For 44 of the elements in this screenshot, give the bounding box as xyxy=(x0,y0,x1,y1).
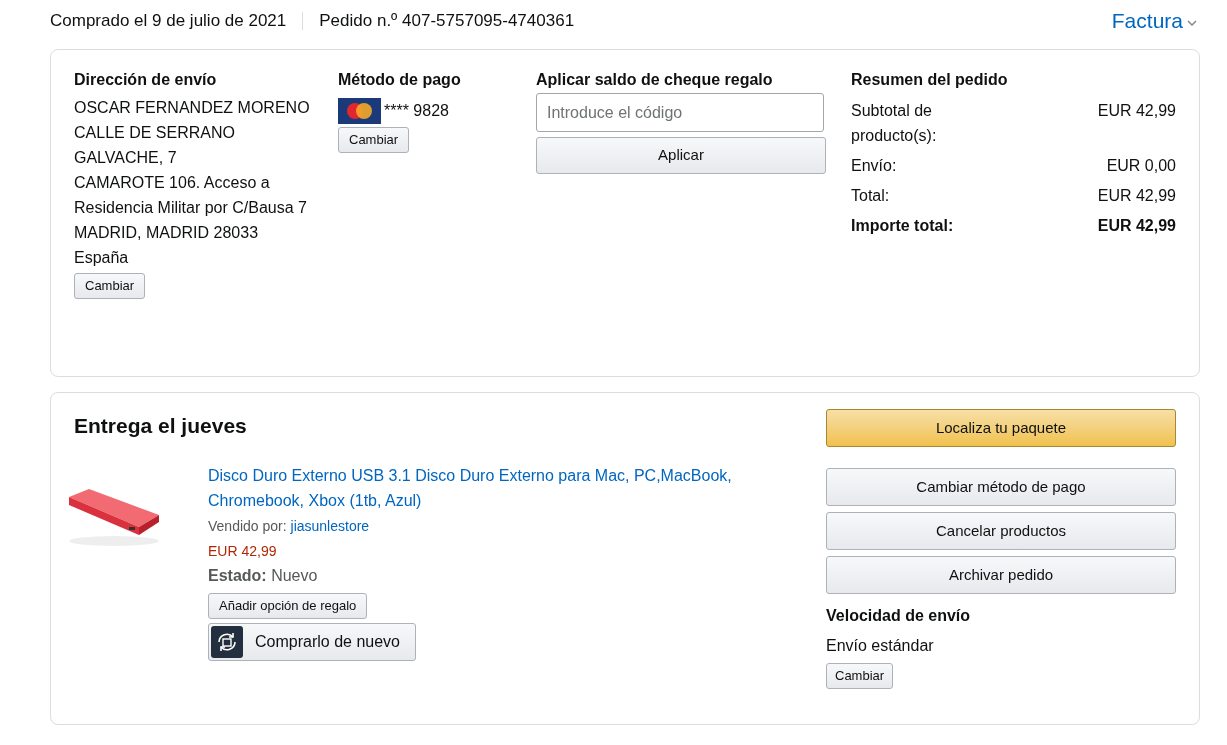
address-line: CAMAROTE 106. Acceso a Residencia Militar por C/Bausa 7 xyxy=(74,173,308,218)
gift-option-button[interactable]: Añadir opción de regalo xyxy=(208,593,368,619)
section-heading: Aplicar saldo de cheque regalo xyxy=(536,70,774,90)
item-price: EUR 42,99 xyxy=(208,542,278,561)
apply-button[interactable]: Aplicar xyxy=(536,137,826,174)
order-number: Pedido n.º 407-5757095-4740361 xyxy=(318,10,575,33)
purchase-date: Comprado el 9 de julio de 2021 xyxy=(50,10,288,33)
seller-link[interactable]: jiasunlestore xyxy=(290,518,370,534)
summary-label: Subtotal de producto(s): xyxy=(851,101,938,146)
action-button[interactable]: Archivar pedido xyxy=(826,556,1176,594)
buy-again-button[interactable]: Comprarlo de nuevo xyxy=(208,623,416,661)
gift-code-field[interactable]: Introduce el código xyxy=(536,93,824,132)
summary-label: Importe total: xyxy=(851,216,955,236)
summary-label: Total: xyxy=(851,186,891,206)
reorder-icon xyxy=(211,626,243,658)
action-button[interactable]: Cancelar productos xyxy=(826,512,1176,550)
address-line: OSCAR FERNANDEZ MORENO xyxy=(74,98,311,118)
shipment-heading: Entrega el jueves xyxy=(74,413,248,439)
chevron-down-icon xyxy=(1187,20,1197,26)
card-number: **** 9828 xyxy=(384,101,449,121)
action-button[interactable]: Cambiar método de pago xyxy=(826,468,1176,506)
address-line: España xyxy=(74,248,130,268)
summary-value: EUR 42,99 xyxy=(1097,186,1176,206)
address-line: CALLE DE SERRANO GALVACHE, 7 xyxy=(74,123,236,168)
condition-value: Nuevo xyxy=(271,567,318,584)
track-package-button[interactable]: Localiza tu paquete xyxy=(826,409,1176,447)
change-button[interactable]: Cambiar xyxy=(826,663,894,689)
section-heading: Método de pago xyxy=(338,70,462,90)
section-heading: Dirección de envío xyxy=(74,70,218,90)
condition-label: Estado: xyxy=(208,567,267,584)
summary-value: EUR 42,99 xyxy=(1097,101,1176,121)
summary-label: Envío: xyxy=(851,156,898,176)
section-heading: Resumen del pedido xyxy=(851,70,1009,90)
section-heading: Velocidad de envío xyxy=(826,606,972,626)
change-button[interactable]: Cambiar xyxy=(74,273,146,299)
product-title-link[interactable]: Disco Duro Externo USB 3.1 Disco Duro Externo para Mac, PC,MacBook, Chromebook, Xbox (1tb, Azul) xyxy=(208,463,788,513)
change-button[interactable]: Cambiar xyxy=(338,127,410,153)
shipping-speed: Envío estándar xyxy=(826,636,935,656)
summary-value: EUR 0,00 xyxy=(1106,156,1176,176)
invoice-link[interactable]: Factura xyxy=(1111,5,1183,37)
address-line: MADRID, MADRID 28033 xyxy=(74,223,260,243)
summary-value: EUR 42,99 xyxy=(1097,216,1176,236)
credit-card-icon xyxy=(338,98,381,124)
seller-label: Vendido por: xyxy=(208,518,287,534)
